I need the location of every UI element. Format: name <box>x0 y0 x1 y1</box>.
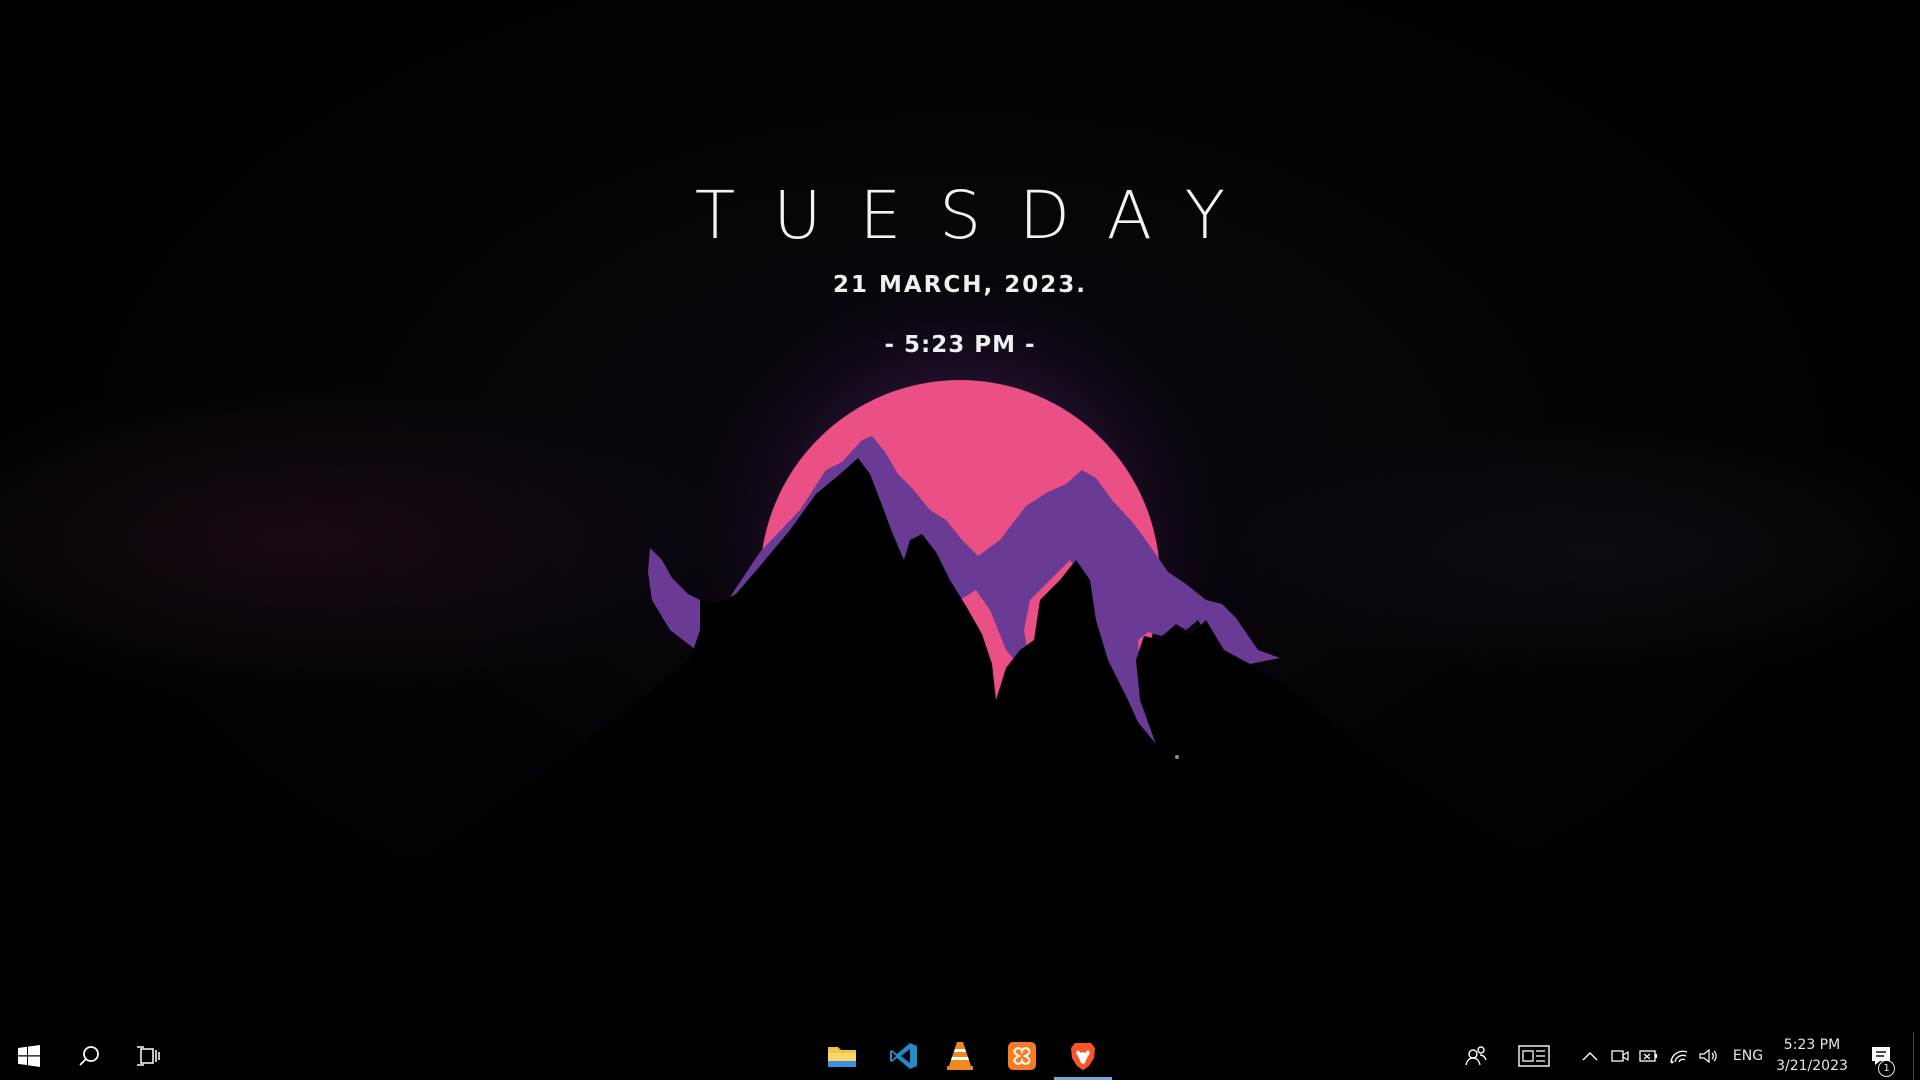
taskbar-app-vscode[interactable] <box>874 1032 934 1080</box>
clock-date: 3/21/2023 <box>1776 1058 1848 1074</box>
meet-now-button[interactable] <box>1608 1032 1632 1080</box>
desktop[interactable]: TUESDAY 21 MARCH, 2023. - 5:23 PM - <box>0 0 1920 1032</box>
taskbar-clock[interactable]: 5:23 PM 3/21/2023 <box>1769 1032 1855 1080</box>
taskbar-app-file-explorer[interactable] <box>812 1032 872 1080</box>
windows-logo-icon <box>18 1045 40 1067</box>
search-icon <box>79 1046 99 1066</box>
date-text: 21 MARCH, 2023. <box>832 272 1088 298</box>
notification-count-badge: 1 <box>1878 1060 1895 1077</box>
show-hidden-icons-button[interactable] <box>1578 1032 1602 1080</box>
volume-button[interactable] <box>1696 1032 1722 1080</box>
wallpaper-artwork <box>0 240 1920 1032</box>
clock-time: 5:23 PM <box>1783 1037 1841 1053</box>
battery-icon <box>1639 1050 1657 1062</box>
chevron-up-icon <box>1582 1052 1598 1061</box>
mouse-cursor <box>1175 755 1179 759</box>
day-title: TUESDAY <box>694 177 1264 254</box>
language-indicator[interactable]: ENG <box>1728 1032 1768 1080</box>
start-button[interactable] <box>0 1032 58 1080</box>
taskbar-app-vlc[interactable] <box>930 1032 990 1080</box>
taskbar-app-brave[interactable] <box>1054 1032 1112 1080</box>
xampp-icon <box>1008 1042 1036 1070</box>
network-button[interactable] <box>1666 1032 1692 1080</box>
news-widget-button[interactable] <box>1514 1032 1554 1080</box>
search-button[interactable] <box>62 1032 116 1080</box>
meet-now-icon <box>1611 1050 1629 1062</box>
news-widget-icon <box>1518 1045 1550 1067</box>
folder-icon <box>828 1047 856 1067</box>
speaker-icon <box>1699 1048 1717 1064</box>
people-icon <box>1465 1046 1487 1066</box>
taskbar-app-xampp[interactable] <box>992 1032 1052 1080</box>
wifi-icon <box>1670 1050 1688 1064</box>
task-view-icon <box>137 1046 160 1066</box>
vlc-cone-icon <box>947 1042 973 1070</box>
vscode-icon <box>890 1043 917 1069</box>
brave-lion-icon <box>1071 1043 1095 1070</box>
taskbar: ENG 5:23 PM 3/21/2023 1 <box>0 1032 1920 1080</box>
show-desktop-button[interactable] <box>1913 1032 1920 1080</box>
people-button[interactable] <box>1458 1032 1494 1080</box>
time-text: - 5:23 PM - <box>884 332 1036 358</box>
task-view-button[interactable] <box>122 1032 176 1080</box>
battery-button[interactable] <box>1636 1032 1662 1080</box>
